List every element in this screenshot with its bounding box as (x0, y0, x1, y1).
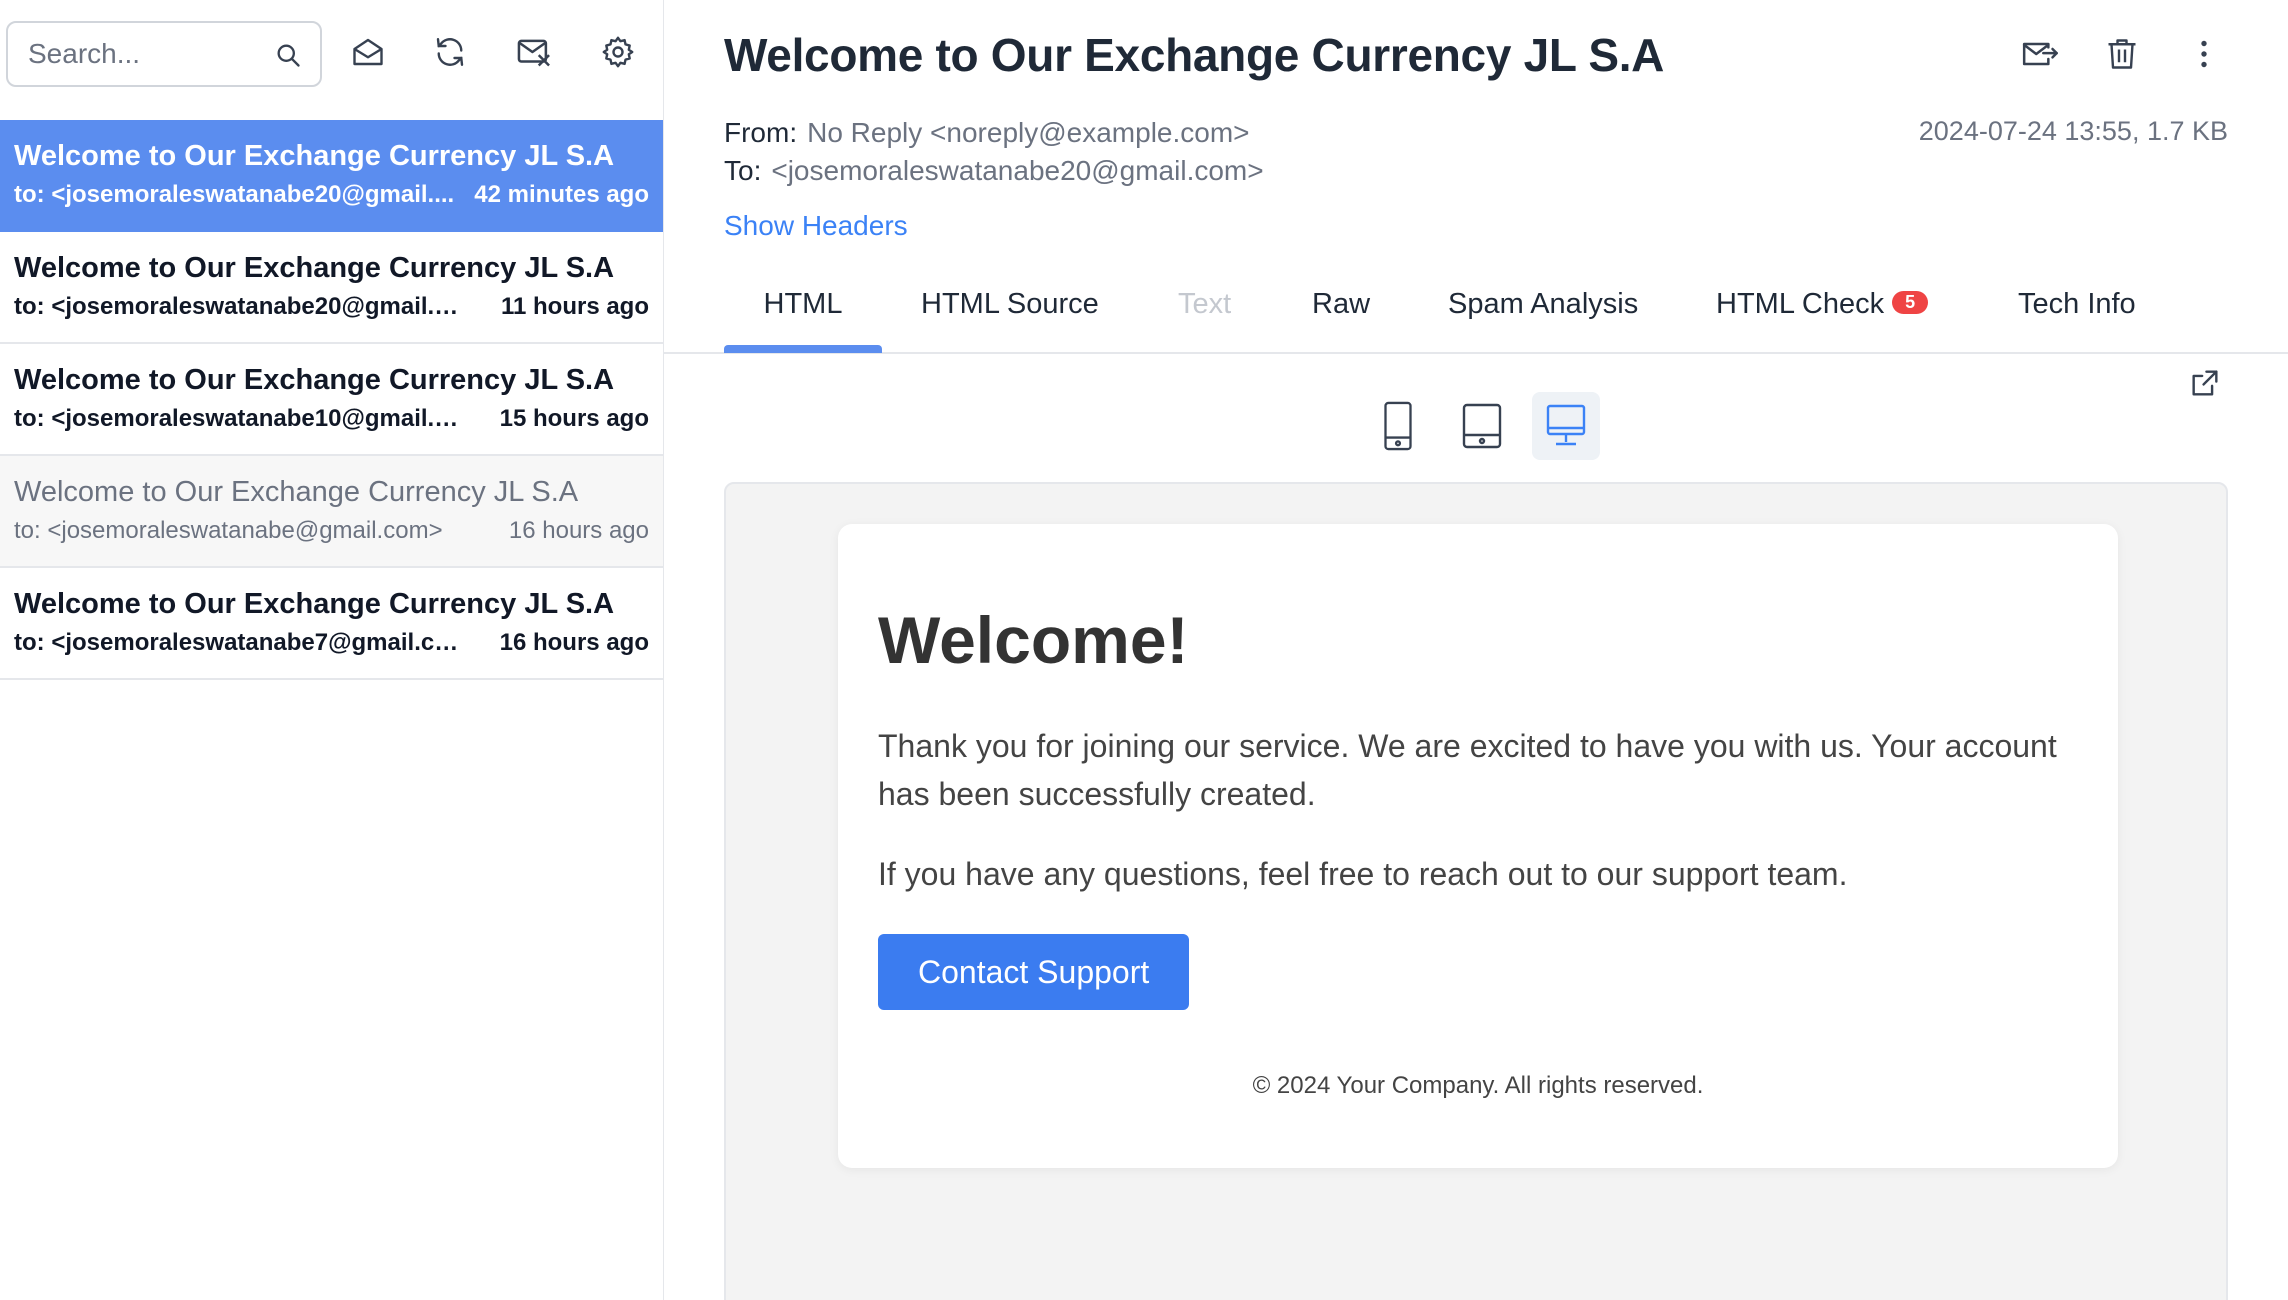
more-options-icon[interactable] (2184, 34, 2224, 74)
delete-all-icon[interactable] (514, 32, 554, 72)
tab-html[interactable]: HTML (724, 288, 882, 353)
message-recipient: to: <josemoraleswatanabe@gmail.com> (14, 517, 443, 544)
tab-label: Tech Info (2018, 288, 2136, 320)
tab-spam-analysis[interactable]: Spam Analysis (1448, 288, 1638, 352)
settings-gear-icon[interactable] (598, 32, 638, 72)
tab-label: Raw (1312, 288, 1371, 320)
tab-html-source[interactable]: HTML Source (921, 288, 1099, 352)
message-list: Welcome to Our Exchange Currency JL S.A … (0, 120, 663, 680)
contact-support-button[interactable]: Contact Support (878, 934, 1190, 1010)
email-heading: Welcome! (878, 603, 1189, 677)
refresh-icon[interactable] (430, 32, 470, 72)
message-view: Welcome to Our Exchange Currency JL S.A … (664, 0, 2288, 1300)
search-box[interactable] (6, 21, 322, 87)
message-sidebar: Welcome to Our Exchange Currency JL S.A … (0, 0, 664, 1300)
tab-html-check[interactable]: HTML Check 5 (1716, 288, 1929, 352)
tab-tech-info[interactable]: Tech Info (2018, 288, 2136, 352)
to-label: To: (724, 155, 762, 186)
desktop-view-icon[interactable] (1532, 392, 1600, 460)
message-time: 42 minutes ago (474, 181, 649, 208)
date-size: 2024-07-24 13:55, 1.7 KB (1918, 116, 2228, 146)
to-row: To: <josemoraleswatanabe20@gmail.com> (724, 154, 1264, 188)
message-time: 15 hours ago (499, 405, 649, 432)
tab-label: Spam Analysis (1448, 288, 1639, 320)
message-item[interactable]: Welcome to Our Exchange Currency JL S.A … (0, 232, 663, 344)
message-time: 16 hours ago (499, 629, 649, 656)
delete-icon[interactable] (2102, 34, 2142, 74)
release-icon[interactable] (2020, 34, 2060, 74)
message-actions (2020, 34, 2224, 74)
email-preview-frame: Welcome! Thank you for joining our servi… (724, 482, 2228, 1300)
message-item[interactable]: Welcome to Our Exchange Currency JL S.A … (0, 568, 663, 680)
show-headers-link[interactable]: Show Headers (724, 210, 908, 242)
tab-text: Text (1178, 288, 1231, 352)
to-value: <josemoraleswatanabe20@gmail.com> (771, 155, 1264, 186)
tab-label: HTML Source (921, 288, 1099, 320)
message-item[interactable]: Welcome to Our Exchange Currency JL S.A … (0, 456, 663, 568)
message-subject: Welcome to Our Exchange Currency JL S.A (14, 476, 579, 508)
message-recipient: to: <josemoraleswatanabe20@gmail.co... (14, 293, 464, 320)
message-subject: Welcome to Our Exchange Currency JL S.A (14, 364, 615, 396)
mark-all-read-icon[interactable] (348, 32, 388, 72)
email-paragraph: If you have any questions, feel free to … (878, 856, 1848, 892)
message-subject: Welcome to Our Exchange Currency JL S.A (14, 252, 615, 284)
message-recipient: to: <josemoraleswatanabe20@gmail.... (14, 181, 455, 208)
message-time: 11 hours ago (500, 293, 649, 320)
sidebar-toolbar (0, 0, 664, 118)
search-input[interactable] (28, 38, 268, 70)
message-recipient: to: <josemoraleswatanabe10@gmail.co... (14, 405, 464, 432)
tab-label: HTML (763, 288, 843, 320)
email-footer: © 2024 Your Company. All rights reserved… (1252, 1072, 1704, 1099)
email-title: Welcome to Our Exchange Currency JL S.A (724, 29, 1665, 81)
email-paragraph: Thank you for joining our service. We ar… (878, 728, 2057, 812)
tab-label: HTML Check (1716, 288, 1885, 320)
message-recipient: to: <josemoraleswatanabe7@gmail.com> (14, 629, 464, 656)
message-time: 16 hours ago (508, 517, 649, 544)
from-label: From: (724, 117, 798, 148)
from-value: No Reply <noreply@example.com> (807, 117, 1250, 148)
tab-label: Text (1178, 288, 1232, 320)
view-tabs: HTML HTML Source Text Raw Spam Analysis … (664, 270, 2288, 354)
tablet-view-icon[interactable] (1448, 392, 1516, 460)
tab-raw[interactable]: Raw (1312, 288, 1370, 352)
message-subject: Welcome to Our Exchange Currency JL S.A (14, 140, 615, 172)
from-row: From: No Reply <noreply@example.com> (724, 116, 1250, 150)
open-in-new-window-icon[interactable] (2188, 366, 2222, 400)
device-toggle (1364, 392, 1600, 460)
message-subject: Welcome to Our Exchange Currency JL S.A (14, 588, 615, 620)
message-item[interactable]: Welcome to Our Exchange Currency JL S.A … (0, 120, 663, 232)
message-item[interactable]: Welcome to Our Exchange Currency JL S.A … (0, 344, 663, 456)
mobile-view-icon[interactable] (1364, 392, 1432, 460)
email-content-card: Welcome! Thank you for joining our servi… (838, 524, 2118, 1168)
search-icon[interactable] (274, 41, 302, 69)
html-check-count-badge: 5 (1892, 291, 1929, 314)
